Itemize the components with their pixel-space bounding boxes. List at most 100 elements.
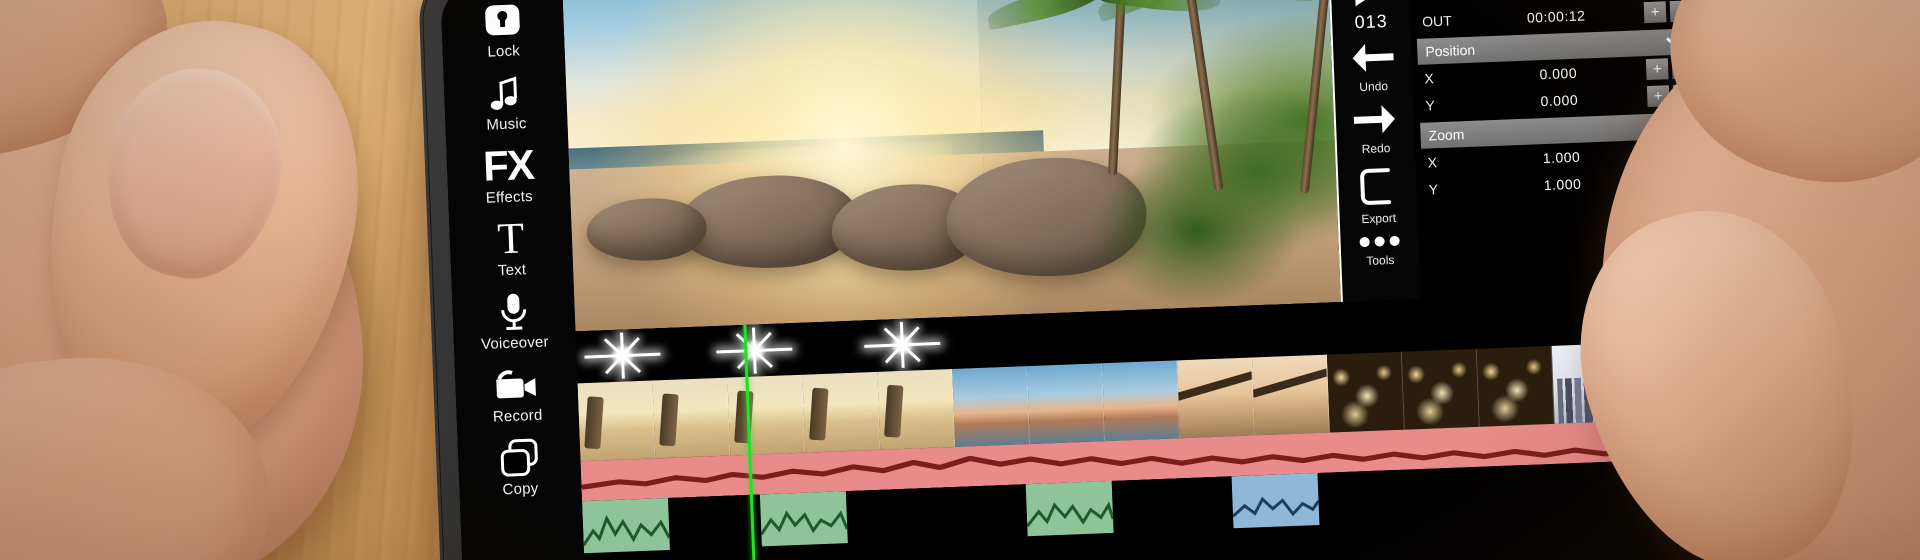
- timeline-clip[interactable]: [1251, 354, 1330, 436]
- position-x-minus-button[interactable]: -: [1671, 57, 1695, 80]
- zoom-y-minus-button[interactable]: -: [1676, 168, 1699, 191]
- tool-rail: Lock Music FX Effects T Text Voiceover R…: [440, 0, 587, 560]
- fx-icon: FX: [482, 140, 534, 190]
- video-preview[interactable]: [561, 0, 1341, 332]
- rail-label-text: Text: [497, 261, 527, 280]
- stepper-zoom-y: + -: [1650, 168, 1699, 192]
- redo-button[interactable]: Redo: [1351, 102, 1399, 156]
- undo-button[interactable]: Undo: [1349, 40, 1397, 94]
- rail-label-lock: Lock: [487, 42, 521, 61]
- timeline-clip[interactable]: [1102, 360, 1181, 442]
- rail-item-voiceover[interactable]: Voiceover: [458, 282, 571, 357]
- section-title: Position: [1425, 41, 1476, 60]
- text-clip-badge[interactable]: T: [1614, 323, 1673, 382]
- rail-item-lock[interactable]: Lock: [446, 0, 559, 65]
- music-track-gap: [845, 484, 1028, 544]
- timeline-clip[interactable]: [577, 380, 656, 462]
- timeline-clip[interactable]: [1177, 357, 1255, 439]
- out-plus-button[interactable]: +: [1643, 1, 1667, 24]
- music-clip[interactable]: [582, 497, 670, 554]
- property-value-out[interactable]: 00:00:12: [1474, 5, 1638, 27]
- playback-column: 013 Undo Redo Export Tools: [1327, 0, 1421, 302]
- music-clip[interactable]: [1231, 473, 1320, 529]
- timeline-clip[interactable]: [952, 366, 1031, 447]
- tools-label: Tools: [1366, 252, 1395, 268]
- tools-dots-icon: [1357, 234, 1402, 255]
- property-label-position-x: X: [1424, 69, 1435, 87]
- property-label-zoom-x: X: [1427, 153, 1438, 171]
- export-icon: [1356, 166, 1400, 213]
- music-clip[interactable]: [1025, 480, 1114, 537]
- rail-item-music[interactable]: Music: [449, 63, 562, 138]
- video-camera-icon: [493, 362, 541, 408]
- stepper-position-x: + -: [1645, 57, 1695, 81]
- flash-effect-clip[interactable]: [707, 322, 802, 379]
- property-label-out: OUT: [1421, 12, 1453, 30]
- video-editor-app: Lock Music FX Effects T Text Voiceover R…: [440, 0, 1720, 560]
- property-label-zoom-y: Y: [1428, 180, 1439, 198]
- text-icon: T: [496, 213, 526, 264]
- position-y-minus-button[interactable]: -: [1672, 84, 1696, 107]
- preview-palm-3: [1219, 0, 1341, 196]
- property-value-position-x[interactable]: 0.000: [1476, 62, 1640, 84]
- rail-label-record: Record: [492, 406, 543, 426]
- flash-effect-clip[interactable]: [575, 327, 670, 384]
- properties-panel: Video In/Out Points IN 00:00:07 + - OUT …: [1407, 0, 1709, 299]
- fx-glyph: FX: [482, 140, 534, 190]
- rail-item-record[interactable]: Record: [460, 355, 573, 430]
- property-value-zoom-y[interactable]: 1.000: [1480, 173, 1644, 195]
- redo-arrow-icon: [1351, 102, 1398, 143]
- music-track-gap: [1111, 476, 1234, 533]
- music-clip[interactable]: [759, 491, 848, 547]
- zoom-y-plus-button[interactable]: +: [1650, 169, 1673, 192]
- export-button[interactable]: Export: [1356, 166, 1400, 226]
- timeline-clip[interactable]: [802, 371, 881, 453]
- rail-item-effects[interactable]: FX Effects: [452, 136, 565, 211]
- music-track-gap: [667, 494, 762, 550]
- play-button[interactable]: 013: [1348, 0, 1393, 33]
- property-value-zoom-x[interactable]: 1.000: [1479, 146, 1643, 168]
- stepper-zoom-x: + -: [1649, 141, 1698, 165]
- stepper-out: + -: [1643, 0, 1693, 24]
- undo-label: Undo: [1359, 79, 1389, 95]
- timeline-clip[interactable]: [1326, 351, 1405, 433]
- timeline[interactable]: T T: [575, 287, 1720, 560]
- flash-effect-clip[interactable]: [855, 317, 950, 373]
- property-value-position-y[interactable]: 0.000: [1477, 89, 1641, 111]
- timeline-clip[interactable]: [1401, 348, 1480, 430]
- position-y-plus-button[interactable]: +: [1646, 85, 1670, 108]
- timeline-clip[interactable]: [1476, 345, 1555, 427]
- stepper-position-y: + -: [1646, 84, 1696, 108]
- timeline-clip[interactable]: [877, 368, 956, 450]
- rail-label-music: Music: [486, 115, 527, 134]
- property-label-in: IN: [1421, 0, 1468, 2]
- timeline-clip[interactable]: [652, 377, 731, 459]
- rail-item-text[interactable]: T Text: [455, 209, 568, 284]
- chevron-down-icon[interactable]: [1665, 35, 1686, 55]
- smartphone: Lock Music FX Effects T Text Voiceover R…: [417, 0, 1743, 560]
- rail-item-copy[interactable]: Copy: [463, 428, 576, 503]
- zoom-x-minus-button[interactable]: -: [1675, 141, 1698, 164]
- timeline-clip[interactable]: [1027, 363, 1106, 445]
- chevron-down-icon[interactable]: [1668, 119, 1689, 139]
- microphone-icon: [496, 289, 532, 334]
- music-note-icon: [484, 70, 526, 116]
- rail-label-effects: Effects: [485, 187, 534, 207]
- phone-screen: Lock Music FX Effects T Text Voiceover R…: [440, 0, 1720, 560]
- zoom-x-plus-button[interactable]: +: [1649, 142, 1672, 165]
- rail-label-voiceover: Voiceover: [480, 333, 550, 354]
- rail-label-copy: Copy: [502, 479, 539, 499]
- export-label: Export: [1361, 210, 1397, 227]
- property-label-position-y: Y: [1425, 96, 1436, 114]
- out-minus-button[interactable]: -: [1669, 0, 1693, 23]
- copy-icon: [497, 435, 541, 481]
- lock-icon: [482, 0, 524, 43]
- frame-counter: 013: [1354, 11, 1389, 33]
- screenshot-stage: Lock Music FX Effects T Text Voiceover R…: [0, 0, 1920, 560]
- tools-button[interactable]: Tools: [1357, 234, 1402, 268]
- redo-label: Redo: [1361, 140, 1391, 157]
- position-x-plus-button[interactable]: +: [1645, 58, 1669, 81]
- undo-arrow-icon: [1349, 40, 1396, 81]
- timeline-clip[interactable]: [727, 374, 806, 456]
- t-glyph: T: [496, 213, 526, 264]
